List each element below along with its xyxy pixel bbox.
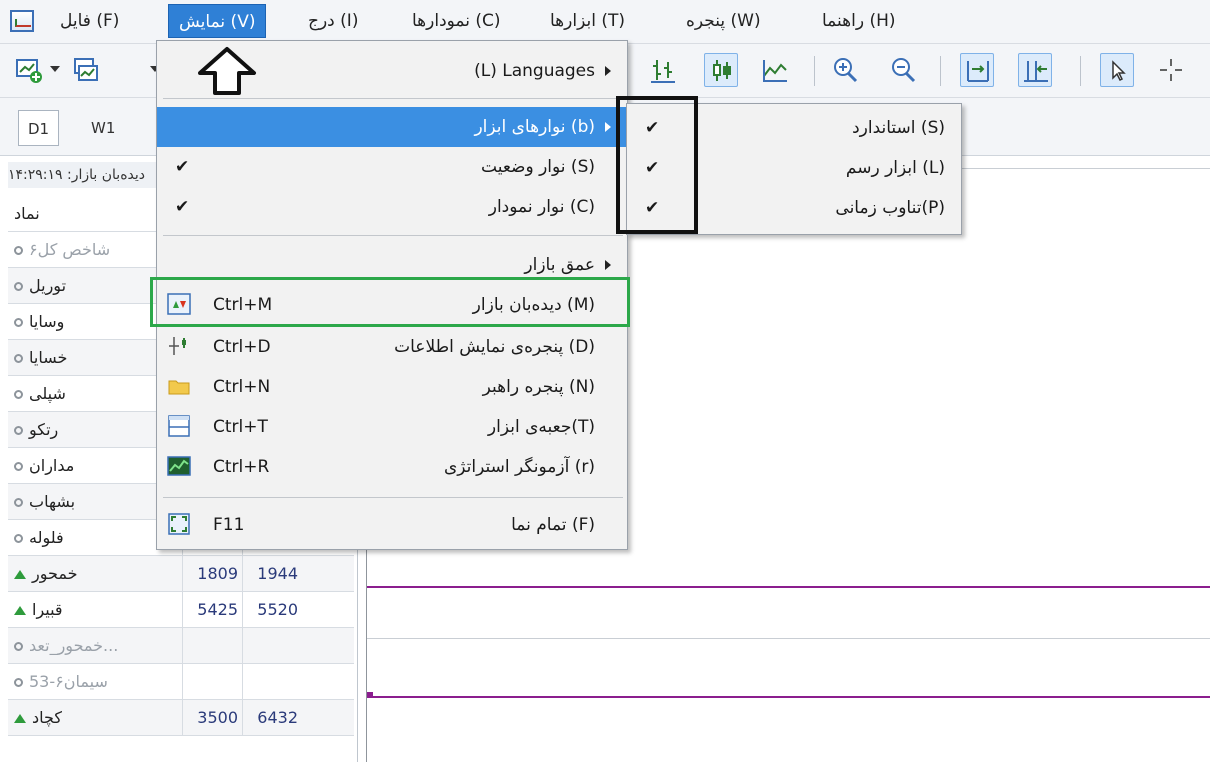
folder-icon (167, 374, 193, 400)
menu-charts[interactable]: نمودارها (C) (402, 4, 511, 38)
zoom-in-icon[interactable] (828, 53, 862, 87)
bid-cell (182, 628, 242, 664)
status-dot-icon (14, 534, 23, 543)
menu-insert[interactable]: درج (I) (298, 4, 368, 38)
price-line (367, 586, 1210, 588)
bid-cell: 1809 (182, 556, 242, 592)
table-row[interactable]: قبیرا 5425 5520 (8, 592, 354, 628)
menu-item-strategy-tester[interactable]: Ctrl+R آزمونگر استراتژی (r) (157, 447, 627, 487)
status-dot-icon (14, 246, 23, 255)
symbol-name: خمحور_تعد... (8, 628, 354, 664)
line-chart-icon[interactable] (758, 53, 792, 87)
arrow-up-icon (14, 570, 26, 579)
menu-item-status-bar[interactable]: ✔ نوار وضعیت (S) (157, 147, 627, 187)
ask-cell: 6432 (242, 700, 302, 736)
check-icon: ✔ (175, 157, 190, 177)
status-dot-icon (14, 282, 23, 291)
toolbox-icon (167, 414, 193, 440)
strategy-tester-icon (167, 454, 193, 480)
menu-bar: فایل (F) نمایش (V) درج (I) نمودارها (C) … (0, 0, 1210, 44)
menu-help[interactable]: راهنما (H) (812, 4, 906, 38)
menu-item-toolbox[interactable]: Ctrl+T جعبه‌ی ابزار(T) (157, 407, 627, 447)
chart-shift-icon[interactable] (960, 53, 994, 87)
menu-item-navigator[interactable]: Ctrl+N پنجره راهبر (N) (157, 367, 627, 407)
annotation-box-checkmarks (616, 96, 698, 234)
profiles-icon[interactable] (68, 53, 102, 87)
chevron-right-icon (605, 260, 611, 270)
bid-cell: 3500 (182, 700, 242, 736)
full-screen-icon (167, 512, 193, 538)
status-dot-icon (14, 318, 23, 327)
symbol-name: قبیرا (8, 592, 354, 628)
chevron-right-icon (605, 122, 611, 132)
menu-item-chart-bar[interactable]: ✔ نوار نمودار (C) (157, 187, 627, 227)
annotation-box-market-watch (150, 277, 630, 327)
menu-view[interactable]: نمایش (V) (168, 4, 267, 38)
arrow-up-icon (14, 606, 26, 615)
status-dot-icon (14, 354, 23, 363)
data-window-icon (167, 334, 193, 360)
chevron-right-icon (605, 66, 611, 76)
menu-tools[interactable]: ابزارها (T) (540, 4, 635, 38)
table-row[interactable]: خمحور_تعد... (8, 628, 354, 664)
cursor-icon[interactable] (1100, 53, 1134, 87)
table-row[interactable]: کچاد 3500 6432 (8, 700, 354, 736)
status-dot-icon (14, 678, 23, 687)
auto-scroll-icon[interactable] (1018, 53, 1052, 87)
ask-cell: 1944 (242, 556, 302, 592)
status-dot-icon (14, 498, 23, 507)
price-line (367, 696, 1210, 698)
menu-item-full-screen[interactable]: F11 تمام نما (F) (157, 505, 627, 545)
app-icon[interactable] (10, 10, 34, 32)
menu-item-toolbars[interactable]: نوارهای ابزار (b) (157, 107, 627, 147)
zoom-out-icon[interactable] (886, 53, 920, 87)
symbol-name: کچاد (8, 700, 354, 736)
menu-window[interactable]: پنجره (W) (676, 4, 771, 38)
table-row[interactable]: خمحور 1809 1944 (8, 556, 354, 592)
bid-cell: 5425 (182, 592, 242, 628)
symbol-name: سیمان۶-53 (8, 664, 354, 700)
crosshair-icon[interactable] (1154, 53, 1188, 87)
status-dot-icon (14, 642, 23, 651)
period-d1[interactable]: D1 (18, 110, 60, 146)
ask-cell: 5520 (242, 592, 302, 628)
status-dot-icon (14, 462, 23, 471)
table-row[interactable]: سیمان۶-53 (8, 664, 354, 700)
candlestick-icon[interactable] (704, 53, 738, 87)
arrow-up-icon (14, 714, 26, 723)
ask-cell (242, 664, 302, 700)
check-icon: ✔ (175, 197, 190, 217)
up-arrow-icon (192, 46, 262, 101)
menu-file[interactable]: فایل (F) (50, 4, 129, 38)
ask-cell (242, 628, 302, 664)
new-chart-icon[interactable] (12, 53, 46, 87)
bar-chart-icon[interactable] (646, 53, 680, 87)
menu-item-data-window[interactable]: Ctrl+D پنجره‌ی نمایش اطلاعات (D) (157, 327, 627, 367)
bid-cell (182, 664, 242, 700)
period-w1[interactable]: W1 (82, 110, 124, 146)
status-dot-icon (14, 426, 23, 435)
symbol-name: خمحور (8, 556, 354, 592)
status-dot-icon (14, 390, 23, 399)
chevron-down-icon[interactable] (50, 66, 60, 72)
